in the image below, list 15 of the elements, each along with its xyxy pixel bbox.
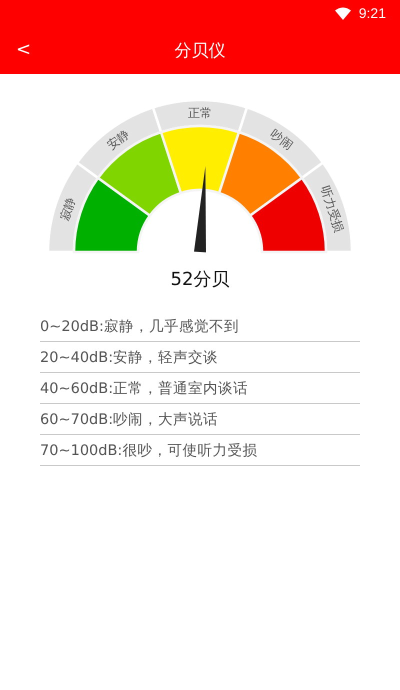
level-description: 60~70dB:吵闹，大声说话 <box>40 404 360 435</box>
wifi-icon <box>334 6 351 20</box>
scale-label: 听力受损 <box>318 184 346 234</box>
level-description: 20~40dB:安静，轻声交谈 <box>40 342 360 373</box>
level-description: 0~20dB:寂静，几乎感觉不到 <box>40 311 360 342</box>
scale-label: 正常 <box>188 106 212 120</box>
page-title: 分贝仪 <box>174 40 226 62</box>
scale-label: 寂静 <box>57 195 78 223</box>
scale-label: 吵闹 <box>268 126 296 152</box>
back-button[interactable]: < <box>0 41 32 59</box>
scale-label: 安静 <box>104 126 132 152</box>
decibel-reading: 52分贝 <box>170 268 230 291</box>
level-description: 70~100dB:很吵，可使听力受损 <box>40 435 360 466</box>
level-description: 40~60dB:正常，普通室内谈话 <box>40 373 360 404</box>
status-time: 9:21 <box>358 5 386 21</box>
